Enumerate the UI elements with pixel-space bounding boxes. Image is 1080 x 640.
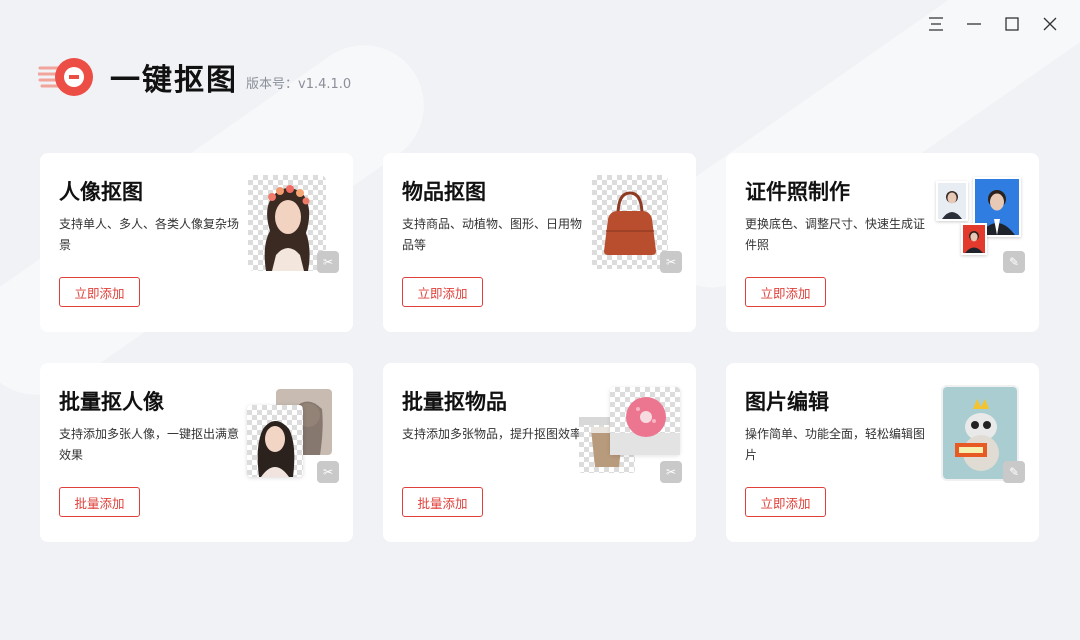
card-object-cutout[interactable]: 物品抠图 支持商品、动植物、图形、日用物品等 立即添加 ✂ — [383, 153, 696, 332]
portrait-thumbnail — [248, 175, 326, 271]
window-controls — [920, 12, 1066, 36]
batch-add-object-button[interactable]: 批量添加 — [402, 487, 483, 517]
card-description: 支持商品、动植物、图形、日用物品等 — [402, 217, 583, 252]
scissors-icon: ✂ — [309, 461, 339, 489]
card-title: 图片编辑 — [745, 390, 829, 414]
add-portrait-button[interactable]: 立即添加 — [59, 277, 140, 307]
scissors-icon: ✂ — [309, 251, 339, 279]
card-batch-portrait[interactable]: 批量抠人像 支持添加多张人像，一键抠出满意效果 批量添加 ✂ — [40, 363, 353, 542]
pencil-icon: ✎ — [995, 251, 1025, 279]
add-id-photo-button[interactable]: 立即添加 — [745, 277, 826, 307]
card-portrait-cutout[interactable]: 人像抠图 支持单人、多人、各类人像复杂场景 立即添加 ✂ — [40, 153, 353, 332]
add-object-button[interactable]: 立即添加 — [402, 277, 483, 307]
minimize-icon — [967, 23, 981, 25]
id-photo-red-thumbnail — [961, 223, 987, 255]
pencil-icon: ✎ — [995, 461, 1025, 489]
app-title: 一键抠图 — [110, 63, 238, 98]
menu-button[interactable] — [920, 12, 952, 36]
card-title: 物品抠图 — [402, 180, 486, 204]
menu-icon — [929, 17, 943, 31]
maximize-icon — [1005, 17, 1019, 31]
portrait-front-thumbnail — [247, 405, 303, 477]
close-icon — [1043, 17, 1057, 31]
app-logo — [36, 54, 98, 100]
card-description: 支持单人、多人、各类人像复杂场景 — [59, 217, 240, 252]
card-id-photo[interactable]: 证件照制作 更换底色、调整尺寸、快速生成证件照 立即添加 ✎ — [726, 153, 1039, 332]
card-batch-object[interactable]: 批量抠物品 支持添加多张物品，提升抠图效率 批量添加 ✂ — [383, 363, 696, 542]
app-version: 版本号：v1.4.1.0 — [246, 76, 352, 92]
close-button[interactable] — [1034, 12, 1066, 36]
card-title: 批量抠人像 — [59, 390, 164, 414]
donut-thumbnail — [610, 387, 680, 455]
card-description: 操作简单、功能全面，轻松编辑图片 — [745, 427, 926, 462]
scissors-icon: ✂ — [652, 251, 682, 279]
card-description: 更换底色、调整尺寸、快速生成证件照 — [745, 217, 926, 252]
card-title: 人像抠图 — [59, 180, 143, 204]
batch-add-portrait-button[interactable]: 批量添加 — [59, 487, 140, 517]
card-title: 证件照制作 — [745, 180, 850, 204]
scissors-icon: ✂ — [652, 461, 682, 489]
card-description: 支持添加多张人像，一键抠出满意效果 — [59, 427, 240, 462]
card-title: 批量抠物品 — [402, 390, 507, 414]
add-image-edit-button[interactable]: 立即添加 — [745, 487, 826, 517]
maximize-button[interactable] — [996, 12, 1028, 36]
bag-thumbnail — [592, 175, 668, 269]
id-photo-gray-thumbnail — [936, 181, 968, 221]
card-description: 支持添加多张物品，提升抠图效率 — [402, 427, 583, 441]
minimize-button[interactable] — [958, 12, 990, 36]
app-header: 一键抠图 版本号：v1.4.1.0 — [36, 54, 352, 100]
card-image-edit[interactable]: 图片编辑 操作简单、功能全面，轻松编辑图片 立即添加 ✎ — [726, 363, 1039, 542]
